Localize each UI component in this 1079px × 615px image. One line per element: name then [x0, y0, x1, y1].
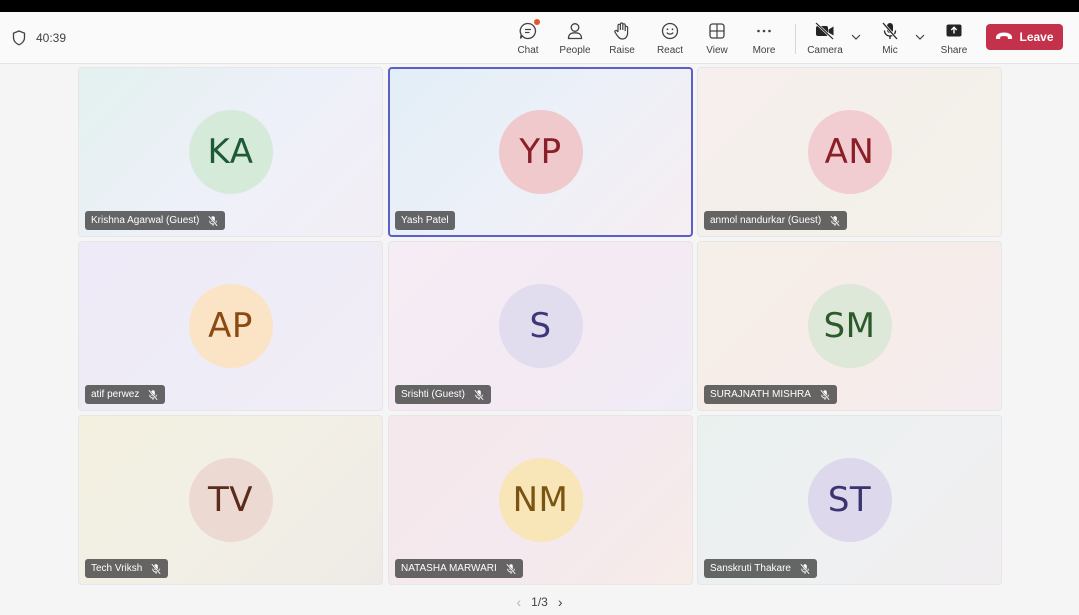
participant-name: SURAJNATH MISHRA: [710, 389, 811, 400]
mic-button[interactable]: Mic: [868, 20, 912, 60]
participant-tile[interactable]: AP atif perwez: [78, 241, 383, 411]
shield-icon: [12, 30, 26, 46]
participant-tile[interactable]: YP Yash Patel: [388, 67, 693, 237]
top-bar-strip: [0, 0, 1079, 12]
participant-tile[interactable]: KA Krishna Agarwal (Guest): [78, 67, 383, 237]
participant-name-tag: Krishna Agarwal (Guest): [85, 211, 226, 230]
pagination: ‹ 1/3 ›: [0, 592, 1079, 612]
page-indicator: 1/3: [531, 595, 548, 609]
muted-mic-icon: [505, 563, 517, 575]
participant-tile[interactable]: SM SURAJNATH MISHRA: [697, 241, 1002, 411]
participant-name: Tech Vriksh: [91, 563, 143, 574]
chat-unread-badge: [534, 19, 540, 25]
people-button[interactable]: People: [553, 20, 597, 60]
participant-name: Yash Patel: [401, 215, 449, 226]
react-label: React: [656, 45, 684, 56]
participant-name-tag: Yash Patel: [395, 211, 455, 230]
participant-name: NATASHA MARWARI: [401, 563, 497, 574]
muted-mic-icon: [819, 389, 831, 401]
camera-off-icon: [814, 20, 836, 42]
participant-name-tag: Tech Vriksh: [85, 559, 169, 578]
meeting-toolbar: 40:39 Chat People Raise React View More …: [0, 12, 1079, 64]
muted-mic-icon: [473, 389, 485, 401]
hang-up-icon: [995, 30, 1013, 44]
next-page-chevron-icon[interactable]: ›: [558, 594, 563, 610]
participant-tile[interactable]: TV Tech Vriksh: [78, 415, 383, 585]
more-label: More: [752, 45, 776, 56]
participant-name: Krishna Agarwal (Guest): [91, 215, 200, 226]
muted-mic-icon: [150, 563, 162, 575]
leave-label: Leave: [1019, 30, 1054, 44]
participant-name: atif perwez: [91, 389, 140, 400]
participant-name-tag: Srishti (Guest): [395, 385, 491, 404]
view-button[interactable]: View: [695, 20, 739, 60]
share-button[interactable]: Share: [932, 20, 976, 60]
chat-button[interactable]: Chat: [506, 19, 550, 60]
grid-view-icon: [707, 20, 727, 42]
avatar: YP: [498, 110, 583, 194]
avatar: SM: [807, 284, 892, 368]
share-screen-icon: [944, 20, 964, 42]
call-timer: 40:39: [12, 30, 66, 46]
people-label: People: [559, 45, 591, 56]
react-button[interactable]: React: [648, 20, 692, 60]
mic-label: Mic: [882, 45, 898, 56]
more-dots-icon: [754, 20, 774, 42]
avatar: AP: [188, 284, 273, 368]
participant-name: Sanskruti Thakare: [710, 563, 791, 574]
avatar: TV: [188, 458, 273, 542]
mic-off-icon: [880, 20, 900, 42]
participant-tile[interactable]: ST Sanskruti Thakare: [697, 415, 1002, 585]
hand-icon: [612, 20, 632, 42]
participant-name-tag: NATASHA MARWARI: [395, 559, 523, 578]
chat-icon: [518, 19, 540, 42]
avatar: S: [498, 284, 583, 368]
view-label: View: [706, 45, 728, 56]
avatar: AN: [807, 110, 892, 194]
camera-label: Camera: [807, 45, 843, 56]
leave-button[interactable]: Leave: [986, 24, 1063, 50]
muted-mic-icon: [207, 215, 219, 227]
avatar: ST: [807, 458, 892, 542]
participant-tile[interactable]: S Srishti (Guest): [388, 241, 693, 411]
share-label: Share: [940, 45, 968, 56]
avatar: KA: [188, 110, 273, 194]
participant-name-tag: SURAJNATH MISHRA: [704, 385, 837, 404]
people-icon: [565, 20, 585, 42]
muted-mic-icon: [829, 215, 841, 227]
mic-options-chevron-icon[interactable]: [913, 30, 927, 44]
muted-mic-icon: [147, 389, 159, 401]
participant-name-tag: Sanskruti Thakare: [704, 559, 817, 578]
avatar: NM: [498, 458, 583, 542]
participant-name: Srishti (Guest): [401, 389, 465, 400]
toolbar-divider: [795, 24, 796, 54]
participant-name-tag: anmol nandurkar (Guest): [704, 211, 848, 230]
raise-hand-button[interactable]: Raise: [600, 20, 644, 60]
participant-tile[interactable]: AN anmol nandurkar (Guest): [697, 67, 1002, 237]
muted-mic-icon: [799, 563, 811, 575]
previous-page-chevron-icon[interactable]: ‹: [516, 594, 521, 610]
participant-name-tag: atif perwez: [85, 385, 166, 404]
smiley-icon: [660, 20, 680, 42]
more-button[interactable]: More: [742, 20, 786, 60]
participant-name: anmol nandurkar (Guest): [710, 215, 822, 226]
participant-tile[interactable]: NM NATASHA MARWARI: [388, 415, 693, 585]
camera-button[interactable]: Camera: [803, 20, 847, 60]
chat-label: Chat: [517, 45, 539, 56]
camera-options-chevron-icon[interactable]: [849, 30, 863, 44]
raise-label: Raise: [609, 45, 635, 56]
call-duration: 40:39: [36, 31, 67, 45]
